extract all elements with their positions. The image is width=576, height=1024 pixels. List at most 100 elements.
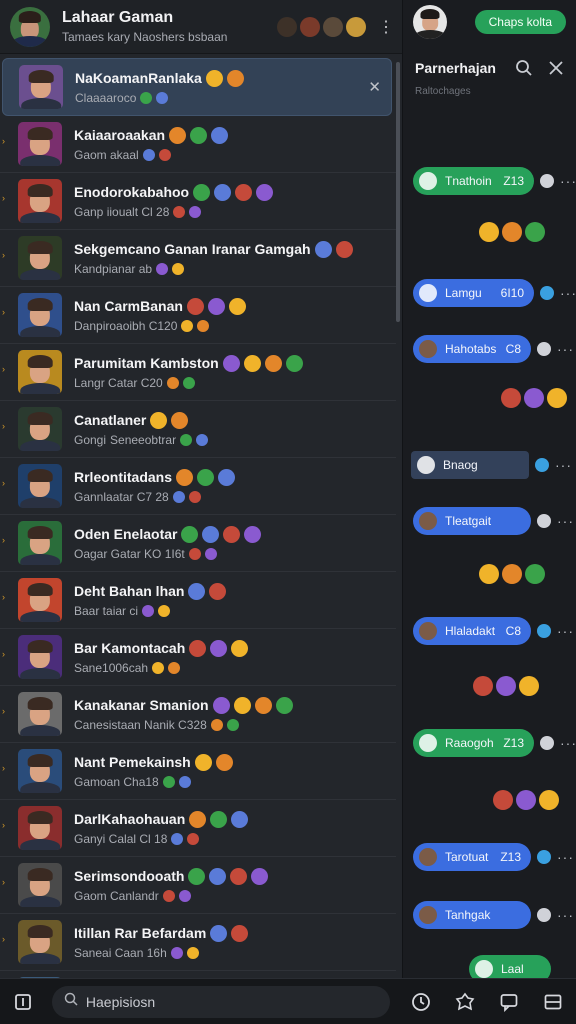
- chat-row[interactable]: › Deht Bahan lhan Baar taiar ci: [0, 572, 396, 628]
- row-marker: ›: [2, 706, 5, 716]
- chat-row[interactable]: › Oden Enelaotar Oagar Gatar KO 1I6t: [0, 515, 396, 571]
- chat-row[interactable]: › Kaiaaroaakan Gaom akaal: [0, 116, 396, 172]
- layout-icon[interactable]: [540, 989, 566, 1015]
- emoji-icon: [204, 547, 217, 560]
- reaction-icon: [539, 790, 559, 810]
- chat-row[interactable]: › Nan CarmBanan Danpiroaoibh C120: [0, 287, 396, 343]
- status-pill[interactable]: Hlaladakt C8: [413, 617, 531, 645]
- chat-row[interactable]: › Itillan Rar Befardam Saneai Caan 16h: [0, 914, 396, 970]
- chat-avatar[interactable]: [18, 350, 62, 394]
- more-icon[interactable]: ···: [560, 735, 576, 751]
- bottom-bar: [0, 978, 576, 1024]
- chat-avatar[interactable]: [18, 179, 62, 223]
- chat-row[interactable]: ›Ramaotoloin›: [0, 971, 396, 978]
- reaction-icon: [519, 676, 539, 696]
- status-pill[interactable]: Raaogoh Z13: [413, 729, 534, 757]
- chat-name: NaKoamanRanlaka: [75, 69, 362, 87]
- emoji-icon: [181, 319, 194, 332]
- chat-avatar[interactable]: [18, 521, 62, 565]
- primary-action-button[interactable]: Chaps kolta: [474, 10, 566, 34]
- chat-row[interactable]: › Nant Pemekainsh Gamoan Cha18: [0, 743, 396, 799]
- chat-row[interactable]: › Bar Kamontacah Sane1006cah: [0, 629, 396, 685]
- close-icon[interactable]: [546, 58, 566, 78]
- chat-avatar[interactable]: [18, 806, 62, 850]
- emoji-icon: [162, 775, 175, 788]
- chat-name-text: Kaiaaroaakan: [74, 127, 166, 143]
- pill-icon: [419, 340, 437, 358]
- compose-icon[interactable]: [10, 989, 36, 1015]
- emoji-icon: [187, 832, 200, 845]
- badge-icon[interactable]: [452, 989, 478, 1015]
- member-avatar[interactable]: [300, 16, 320, 37]
- chat-avatar[interactable]: [18, 464, 62, 508]
- chat-row[interactable]: › DarlKahaohauan Ganyi Calal Cl 18: [0, 800, 396, 856]
- search-icon[interactable]: [514, 58, 534, 78]
- emoji-icon: [189, 639, 207, 657]
- status-dot-icon: [535, 458, 549, 472]
- search-bar[interactable]: [51, 985, 391, 1018]
- pill-label: Raaogoh: [445, 736, 494, 750]
- emoji-icon: [202, 525, 220, 543]
- close-icon[interactable]: ✕: [368, 78, 381, 96]
- status-pill[interactable]: Laal: [469, 955, 551, 978]
- member-avatar[interactable]: [346, 16, 366, 37]
- chat-avatar[interactable]: [18, 407, 62, 451]
- chat-row[interactable]: › Kanakanar Smanion Canesistaan Nanik C328: [0, 686, 396, 742]
- emoji-icon: [214, 183, 232, 201]
- status-pill[interactable]: Tleatgait: [413, 507, 531, 535]
- emoji-icon: [218, 468, 236, 486]
- member-avatar[interactable]: [277, 16, 297, 37]
- emoji-icon: [231, 810, 249, 828]
- more-icon[interactable]: ···: [557, 623, 574, 639]
- chat-avatar[interactable]: [18, 635, 62, 679]
- emoji-icon: [228, 297, 246, 315]
- kebab-icon[interactable]: ⋮: [378, 17, 394, 37]
- chat-name-text: DarlKahaohauan: [74, 811, 186, 827]
- emoji-icon: [210, 639, 228, 657]
- emoji-icon: [176, 468, 194, 486]
- more-icon[interactable]: ···: [560, 285, 576, 301]
- reaction-icon: [525, 564, 545, 584]
- chat-row[interactable]: › Serimsondooath Gaom Canlandr: [0, 857, 396, 913]
- pill-label: Tanhgak: [445, 908, 491, 922]
- chat-meta-text: Claaaaroco: [75, 90, 137, 105]
- status-pill[interactable]: Tarotuat Z13: [413, 843, 531, 871]
- status-pill[interactable]: Hahotabs C8: [413, 335, 531, 363]
- search-input[interactable]: [85, 993, 346, 1010]
- chat-row[interactable]: › Canatlaner Gongi Seneeobtrar: [0, 401, 396, 457]
- status-pill[interactable]: Tnathoin Z13: [413, 167, 534, 195]
- status-dot-icon: [537, 908, 551, 922]
- message-icon[interactable]: [496, 989, 522, 1015]
- chat-meta: Gongi Seneeobtrar: [74, 433, 386, 447]
- chat-meta: Saneai Caan 16h: [74, 946, 386, 960]
- chat-row[interactable]: › Parumitam Kambston Langr Catar C20: [0, 344, 396, 400]
- status-dot-icon: [537, 514, 551, 528]
- chat-row[interactable]: › Sekgemcano Ganan Iranar Gamgah Kandpiana…: [0, 230, 396, 286]
- chat-row[interactable]: › Rrleontitadans Gannlaatar C7 28: [0, 458, 396, 514]
- more-icon[interactable]: ···: [555, 457, 572, 473]
- more-icon[interactable]: ···: [557, 513, 574, 529]
- chat-avatar[interactable]: [18, 863, 62, 907]
- panel-avatar[interactable]: [413, 5, 447, 39]
- status-pill[interactable]: Tanhgak: [413, 901, 531, 929]
- status-pill[interactable]: Lamgu 6I10: [413, 279, 534, 307]
- clock-icon[interactable]: [408, 989, 434, 1015]
- chat-avatar[interactable]: [18, 578, 62, 622]
- chat-avatar[interactable]: [18, 920, 62, 964]
- chat-row[interactable]: NaKoamanRanlaka Claaaaroco ✕: [2, 58, 392, 116]
- chat-avatar[interactable]: [18, 749, 62, 793]
- more-icon[interactable]: ···: [557, 341, 574, 357]
- member-avatar[interactable]: [323, 16, 343, 37]
- chat-row[interactable]: › Enodorokabahoo Ganp iioualt Cl 28: [0, 173, 396, 229]
- scrollbar[interactable]: [396, 62, 400, 322]
- more-icon[interactable]: ···: [560, 173, 576, 189]
- chat-avatar[interactable]: [18, 236, 62, 280]
- chat-avatar[interactable]: [18, 122, 62, 166]
- chat-avatar[interactable]: [19, 65, 63, 109]
- more-icon[interactable]: ···: [557, 849, 574, 865]
- profile-avatar[interactable]: [10, 6, 50, 47]
- more-icon[interactable]: ···: [557, 907, 574, 923]
- chat-avatar[interactable]: [18, 692, 62, 736]
- status-pill[interactable]: Bnaog: [411, 451, 529, 479]
- chat-avatar[interactable]: [18, 293, 62, 337]
